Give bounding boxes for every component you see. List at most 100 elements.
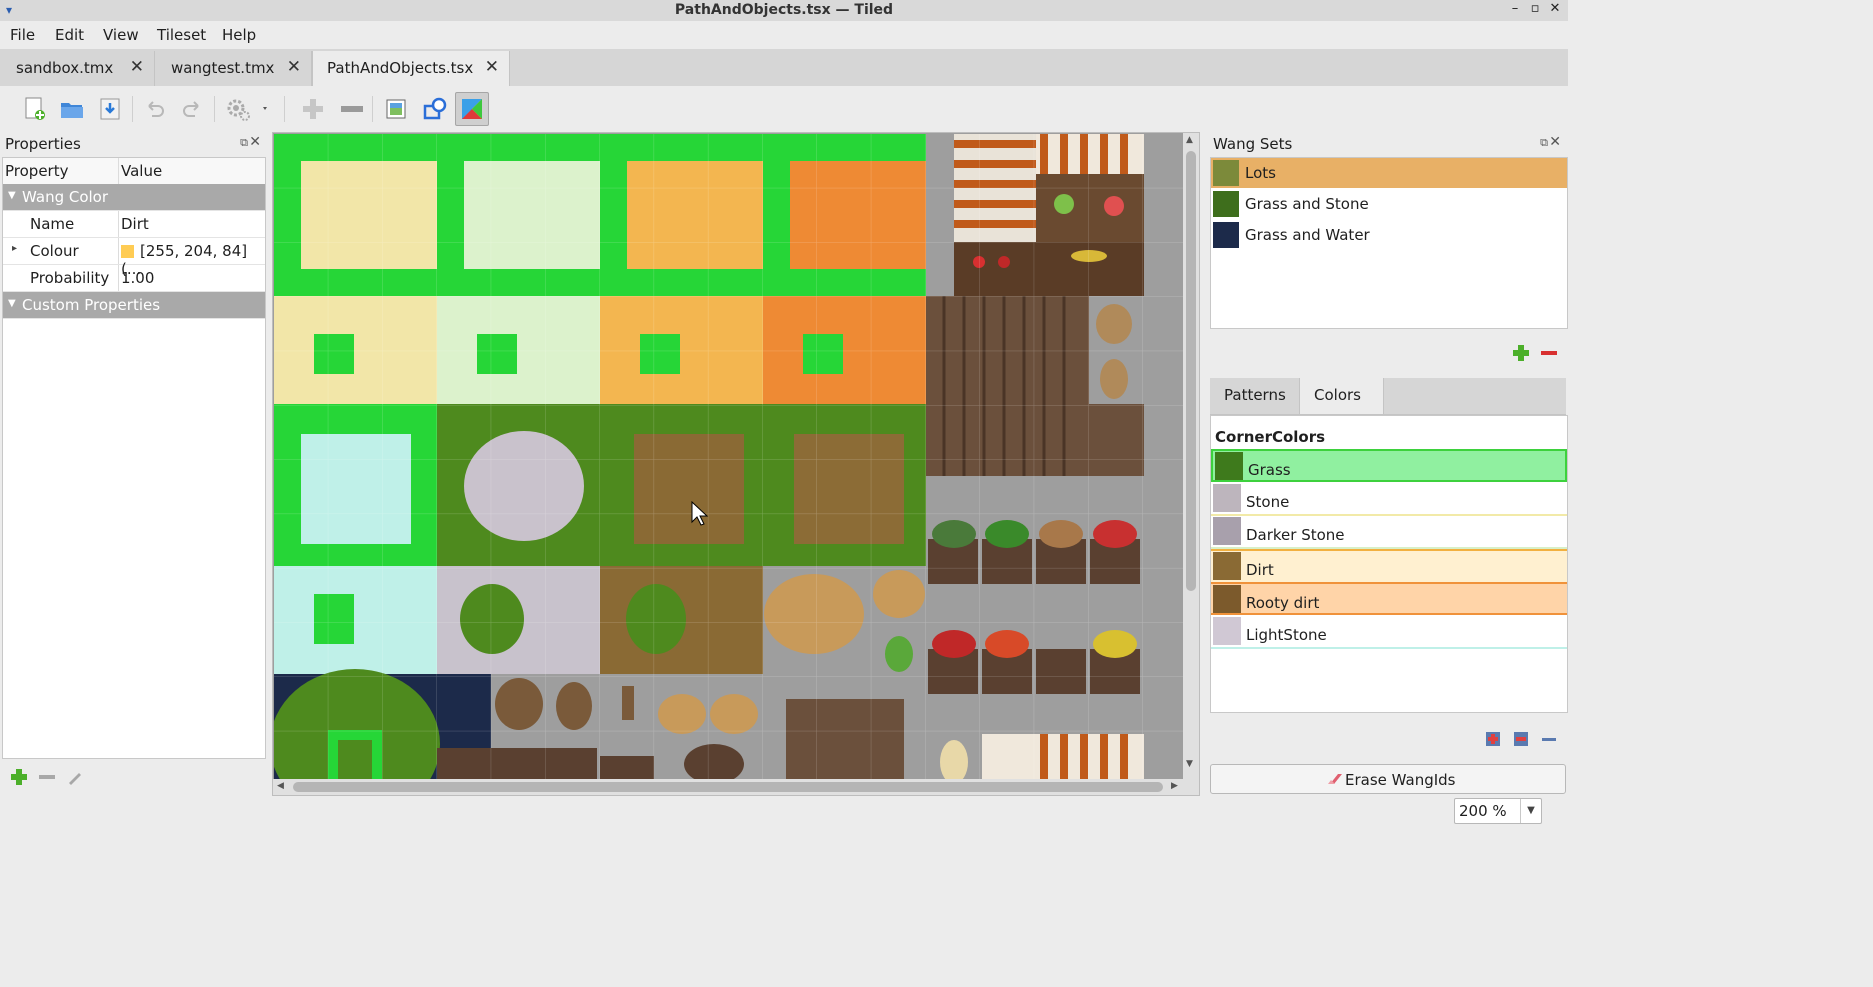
vertical-scroll-thumb[interactable] xyxy=(1186,151,1196,591)
properties-panel: Properties ⧉ ✕ Property Value ▼ Wang Col… xyxy=(0,132,268,796)
erase-wangids-label: Erase WangIds xyxy=(1345,771,1456,789)
zoom-value[interactable]: 200 % xyxy=(1459,802,1507,820)
collapse-arrow-icon[interactable]: ▼ xyxy=(8,190,16,201)
close-tab-icon[interactable]: ✕ xyxy=(287,57,301,77)
group-label: Wang Color xyxy=(22,188,109,206)
redo-icon[interactable] xyxy=(177,94,207,124)
add-color-icon[interactable] xyxy=(1484,730,1502,748)
document-tab-bar: sandbox.tmx ✕ wangtest.tmx ✕ PathAndObje… xyxy=(0,49,1568,87)
undo-icon[interactable] xyxy=(140,94,170,124)
corner-colors-header: CornerColors xyxy=(1215,428,1326,446)
status-bar: 200 % ▼ xyxy=(0,796,1568,826)
column-property[interactable]: Property xyxy=(5,162,68,180)
menu-help[interactable]: Help xyxy=(222,26,256,44)
mouse-cursor-icon xyxy=(691,500,709,531)
minimize-icon[interactable]: – xyxy=(1506,1,1524,19)
property-value[interactable]: Dirt xyxy=(121,215,149,233)
property-value[interactable]: 1.00 xyxy=(121,269,154,287)
property-row-colour[interactable]: ▸ Colour [255, 204, 84] (... xyxy=(3,238,265,278)
duplicate-color-icon[interactable] xyxy=(1512,730,1530,748)
group-wang-color[interactable]: ▼ Wang Color xyxy=(3,184,265,211)
property-row-probability[interactable]: Probability 1.00 xyxy=(3,265,265,292)
erase-wangids-button[interactable]: Erase WangIds xyxy=(1210,764,1566,794)
add-wang-set-icon[interactable] xyxy=(1512,344,1530,362)
vertical-scrollbar[interactable]: ▲ ▼ xyxy=(1183,133,1199,781)
remove-wang-set-icon[interactable] xyxy=(1540,344,1558,362)
color-item-dirt[interactable]: Dirt xyxy=(1211,549,1567,582)
save-icon[interactable] xyxy=(95,94,125,124)
color-item-stone[interactable]: Stone xyxy=(1211,483,1567,516)
horizontal-scrollbar[interactable]: ◀ ▶ xyxy=(273,779,1185,795)
properties-title: Properties xyxy=(5,135,81,153)
color-item-lightstone[interactable]: LightStone xyxy=(1211,616,1567,649)
tab-patterns[interactable]: Patterns xyxy=(1210,378,1300,414)
scroll-down-icon[interactable]: ▼ xyxy=(1186,759,1193,769)
open-icon[interactable] xyxy=(57,94,87,124)
wang-sets-icon[interactable] xyxy=(455,92,489,126)
wang-tab-bar: Patterns Colors xyxy=(1210,378,1566,415)
color-item-rooty-dirt[interactable]: Rooty dirt xyxy=(1211,582,1567,615)
close-dock-icon[interactable]: ✕ xyxy=(1549,134,1561,150)
wang-set-thumbnail xyxy=(1213,191,1239,217)
title-bar: ▾ PathAndObjects.tsx — Tiled – ▫ ✕ xyxy=(0,0,1568,22)
menu-view[interactable]: View xyxy=(103,26,139,44)
tileset-properties-icon[interactable] xyxy=(222,94,270,124)
property-row-name[interactable]: Name Dirt xyxy=(3,211,265,238)
wang-set-item-grass-and-stone[interactable]: Grass and Stone xyxy=(1211,189,1567,219)
remove-tiles-icon[interactable] xyxy=(336,94,366,124)
wang-sets-title: Wang Sets xyxy=(1213,135,1293,153)
edit-image-icon[interactable] xyxy=(381,94,411,124)
maximize-icon[interactable]: ▫ xyxy=(1526,1,1544,19)
tileset-view[interactable]: ▲ ▼ ◀ ▶ xyxy=(272,132,1200,796)
group-custom-properties[interactable]: ▼ Custom Properties xyxy=(3,292,265,319)
close-tab-icon[interactable]: ✕ xyxy=(485,57,499,77)
add-property-icon[interactable] xyxy=(10,768,28,786)
close-window-icon[interactable]: ✕ xyxy=(1546,1,1564,19)
color-thumbnail xyxy=(1213,617,1241,645)
float-dock-icon[interactable]: ⧉ xyxy=(1540,136,1548,150)
tab-sandbox[interactable]: sandbox.tmx ✕ xyxy=(0,51,155,86)
remove-property-icon[interactable] xyxy=(38,768,56,786)
tab-colors[interactable]: Colors xyxy=(1300,378,1384,414)
new-tileset-icon[interactable] xyxy=(20,94,50,124)
color-label: Darker Stone xyxy=(1246,526,1345,544)
menu-edit[interactable]: Edit xyxy=(55,26,84,44)
tab-label: sandbox.tmx xyxy=(16,59,114,77)
property-key: Name xyxy=(30,215,75,233)
color-label: LightStone xyxy=(1246,626,1327,644)
wang-color-buttons xyxy=(1208,726,1568,752)
remove-color-icon[interactable] xyxy=(1540,730,1558,748)
add-tiles-icon[interactable] xyxy=(298,94,328,124)
color-label: Grass xyxy=(1248,461,1291,479)
properties-table: Property Value ▼ Wang Color Name Dirt ▸ … xyxy=(2,157,266,759)
wang-set-item-grass-and-water[interactable]: Grass and Water xyxy=(1211,220,1567,250)
wang-set-item-lots[interactable]: Lots xyxy=(1211,158,1567,188)
tab-wangtest[interactable]: wangtest.tmx ✕ xyxy=(155,51,312,86)
window-title: PathAndObjects.tsx — Tiled xyxy=(674,2,894,18)
zoom-combobox[interactable]: 200 % ▼ xyxy=(1454,798,1542,824)
color-thumbnail xyxy=(1213,552,1241,580)
color-thumbnail xyxy=(1213,517,1241,545)
close-tab-icon[interactable]: ✕ xyxy=(130,57,144,77)
horizontal-scroll-thumb[interactable] xyxy=(293,782,1163,792)
color-label: Stone xyxy=(1246,493,1290,511)
expand-arrow-icon[interactable]: ▸ xyxy=(12,243,17,254)
scroll-left-icon[interactable]: ◀ xyxy=(277,781,284,791)
close-dock-icon[interactable]: ✕ xyxy=(249,134,261,150)
tab-label: wangtest.tmx xyxy=(171,59,275,77)
menu-file[interactable]: File xyxy=(10,26,35,44)
eraser-icon xyxy=(1328,774,1342,784)
chevron-down-icon[interactable]: ▼ xyxy=(1520,799,1541,823)
scroll-up-icon[interactable]: ▲ xyxy=(1186,135,1193,145)
menu-tileset[interactable]: Tileset xyxy=(157,26,206,44)
collision-editor-icon[interactable] xyxy=(420,94,450,124)
rename-property-icon[interactable] xyxy=(66,768,84,786)
column-value[interactable]: Value xyxy=(121,162,162,180)
float-dock-icon[interactable]: ⧉ xyxy=(240,136,248,150)
color-item-grass[interactable]: Grass xyxy=(1211,449,1567,482)
scroll-right-icon[interactable]: ▶ xyxy=(1171,781,1178,791)
tileset-image[interactable] xyxy=(274,134,1186,782)
tab-pathandobjects[interactable]: PathAndObjects.tsx ✕ xyxy=(312,51,510,86)
color-item-darker-stone[interactable]: Darker Stone xyxy=(1211,516,1567,549)
collapse-arrow-icon[interactable]: ▼ xyxy=(8,298,16,309)
